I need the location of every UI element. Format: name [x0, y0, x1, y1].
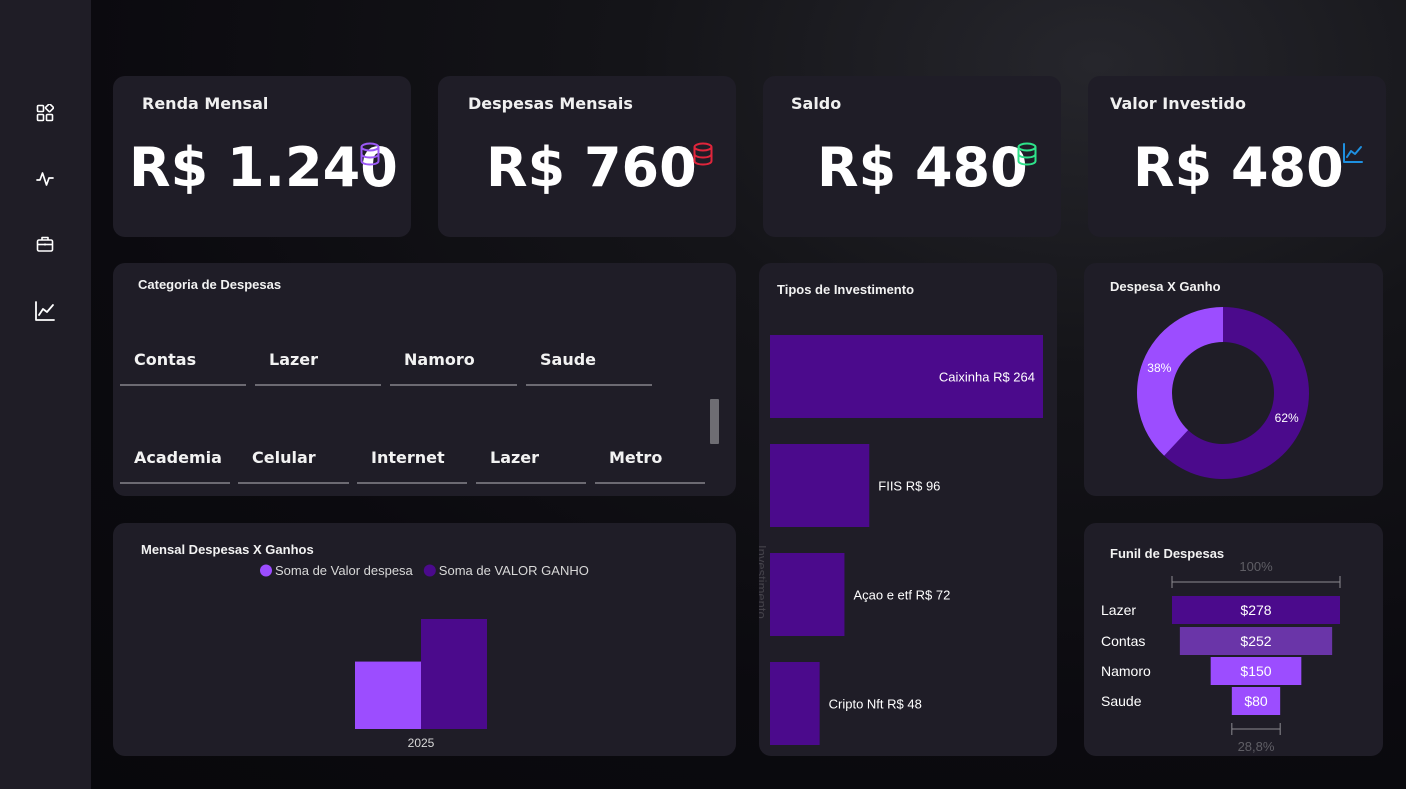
funnel-category-label: Contas	[1101, 633, 1145, 649]
slicer-scrollbar[interactable]	[710, 399, 719, 444]
kpi-title: Despesas Mensais	[468, 94, 633, 113]
funnel-data-label: $80	[1244, 693, 1268, 709]
investment-bar	[770, 662, 820, 745]
slicer-item-label: Saude	[540, 350, 597, 369]
panel-title: Categoria de Despesas	[138, 277, 282, 292]
bar-despesa	[355, 661, 421, 729]
funnel-category-label: Saude	[1101, 693, 1142, 709]
kpi-title: Renda Mensal	[142, 94, 269, 113]
slicer-item-celular[interactable]: Celular	[238, 438, 349, 484]
kpi-card-renda: Renda Mensal R$ 1.240	[113, 76, 411, 237]
kpi-value: R$ 480	[1133, 136, 1344, 199]
bar-data-label: Açao e etf R$ 72	[853, 588, 950, 603]
bar-data-label: FIIS R$ 96	[878, 479, 940, 494]
kpi-title: Saldo	[791, 94, 842, 113]
kpi-title: Valor Investido	[1110, 94, 1246, 113]
funnel-category-label: Lazer	[1101, 602, 1136, 618]
slicer-item-contas[interactable]: Contas	[120, 340, 246, 386]
donut-slice-despesa	[1137, 307, 1223, 456]
kpi-value: R$ 480	[817, 136, 1028, 199]
mensal-bar-chart: Soma de Valor despesa Soma de VALOR GANHO…	[260, 563, 589, 750]
database-icon	[1016, 142, 1040, 166]
funnel-data-label: $278	[1240, 602, 1271, 618]
database-icon	[359, 142, 383, 166]
legend-marker	[260, 564, 272, 577]
funnel-data-label: $252	[1240, 633, 1271, 649]
kpi-value: R$ 760	[486, 136, 697, 199]
kpi-card-saldo: Saldo R$ 480	[763, 76, 1061, 237]
slicer-item-namoro[interactable]: Namoro	[390, 340, 517, 386]
legend-label: Soma de VALOR GANHO	[439, 563, 589, 578]
slicer-item-lazer-2[interactable]: Lazer	[476, 438, 586, 484]
kpi-card-investido: Valor Investido R$ 480	[1088, 76, 1386, 237]
slicer-item-saude[interactable]: Saude	[526, 340, 652, 386]
funnel-data-label: $150	[1240, 663, 1271, 679]
donut-data-label: 38%	[1147, 361, 1171, 375]
donut-chart: 62% 38%	[1137, 307, 1309, 479]
briefcase-icon[interactable]	[30, 229, 60, 259]
slicer-item-label: Lazer	[269, 350, 319, 369]
sidebar	[0, 0, 91, 789]
dashboard-grid-icon[interactable]	[30, 98, 60, 128]
donut-data-label: 62%	[1275, 411, 1299, 425]
funnel-category-label: Namoro	[1101, 663, 1151, 679]
slicer-item-academia[interactable]: Academia	[120, 438, 230, 484]
slicer-item-label: Namoro	[404, 350, 475, 369]
bar-data-label: Cripto Nft R$ 48	[829, 697, 922, 712]
slicer-item-label: Metro	[609, 448, 663, 467]
line-chart-icon[interactable]	[30, 296, 60, 326]
bar-ganho	[421, 619, 487, 729]
slicer-item-lazer[interactable]: Lazer	[255, 340, 381, 386]
slicer-item-metro[interactable]: Metro	[595, 438, 705, 484]
slicer-item-label: Contas	[134, 350, 197, 369]
investimento-bar-chart: Caixinha R$ 264 FIIS R$ 96 Açao e etf R$ 7…	[759, 335, 1043, 745]
slicer-item-label: Lazer	[490, 448, 540, 467]
slicer-item-internet[interactable]: Internet	[357, 438, 467, 484]
funnel-chart: 100% $278 Lazer $252 Contas $150 Namoro $80 Saud…	[1101, 559, 1341, 754]
legend-marker	[423, 564, 436, 577]
funnel-bottom-percent: 28,8%	[1238, 739, 1275, 754]
activity-pulse-icon[interactable]	[30, 164, 60, 194]
slicer-item-label: Academia	[134, 448, 222, 467]
legend-label: Soma de Valor despesa	[275, 563, 414, 578]
database-icon	[692, 142, 716, 166]
slicer-item-label: Celular	[252, 448, 316, 467]
bar-data-label: Caixinha R$ 264	[939, 370, 1035, 385]
y-axis-title: Investimento	[759, 545, 769, 619]
investment-bar	[770, 444, 870, 527]
investment-bar	[770, 553, 845, 636]
kpi-value: R$ 1.240	[129, 136, 398, 199]
slicer-item-label: Internet	[371, 448, 445, 467]
funnel-top-percent: 100%	[1239, 559, 1273, 574]
trend-line-icon	[1342, 142, 1366, 166]
x-tick-label: 2025	[408, 736, 435, 750]
kpi-card-despesas: Despesas Mensais R$ 760	[438, 76, 736, 237]
